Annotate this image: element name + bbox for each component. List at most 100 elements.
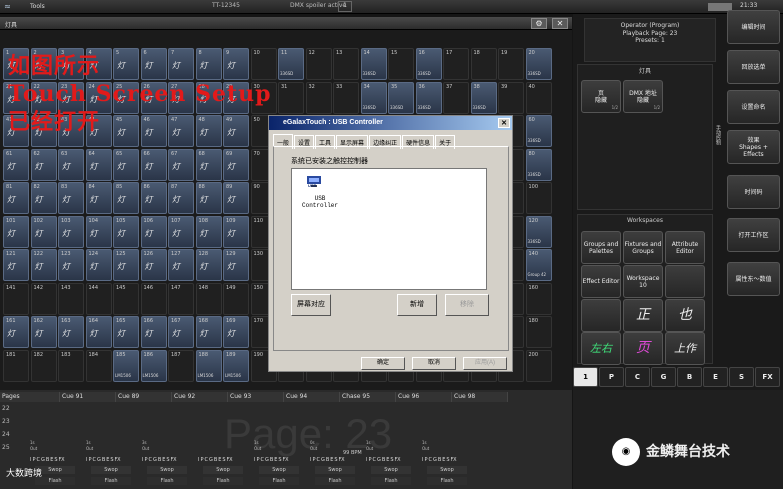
fixture-cell[interactable]: 42 灯 [30, 115, 57, 147]
fixture-cell[interactable]: 166 灯 [140, 316, 167, 348]
page-indicator[interactable]: 1 [338, 1, 352, 12]
dialog-close-button[interactable]: ✕ [498, 118, 510, 128]
fixture-cell[interactable]: 5灯 [113, 48, 139, 80]
fixture-cell[interactable]: 145 [113, 282, 139, 315]
key-b[interactable]: B [677, 367, 702, 387]
fixture-cell[interactable]: 169 灯 [223, 316, 249, 348]
fixture-cell[interactable]: 188 LM1506 [195, 349, 222, 382]
fixture-cell[interactable]: 19 [498, 48, 524, 80]
fixture-cell[interactable]: 64 灯 [85, 148, 112, 181]
fixture-cell[interactable]: 140 Group 42 [525, 249, 552, 281]
fixture-cell[interactable]: 104 灯 [85, 215, 112, 248]
fixture-cell[interactable]: 128 灯 [195, 249, 222, 281]
fixture-cell[interactable]: 182 [30, 349, 57, 382]
swop-button[interactable]: Swop [315, 466, 355, 474]
fixture-cell[interactable]: 27 灯 [168, 81, 194, 114]
playback-fader[interactable]: 0s Out I P C G B E S FX Swop Flash [310, 440, 362, 488]
fixture-cell[interactable]: 14 336SD [360, 48, 387, 80]
tools-menu[interactable]: Tools [30, 3, 45, 10]
fixture-cell[interactable]: 129 灯 [223, 249, 249, 281]
fixture-cell[interactable]: 43 灯 [58, 115, 84, 147]
gear-icon[interactable]: ⚙ [531, 18, 547, 29]
fixture-cell[interactable]: 144 [85, 282, 112, 315]
fixture-cell[interactable]: 185 LM1506 [113, 349, 139, 382]
controller-list[interactable]: USB USB Controller [291, 168, 487, 290]
fixture-cell[interactable]: 103 灯 [58, 215, 84, 248]
fixture-cell[interactable]: 122 灯 [30, 249, 57, 281]
flash-button[interactable]: Flash [203, 477, 243, 485]
page-hide-button[interactable]: 页 隐藏 1/2 [581, 80, 621, 113]
fixture-cell[interactable]: 124 灯 [85, 249, 112, 281]
handwriting-button-4[interactable]: 页 [623, 332, 663, 365]
fixture-cell[interactable]: 147 [168, 282, 194, 315]
fixture-cell[interactable]: 22 灯 [30, 81, 57, 114]
fixture-cell[interactable]: 6灯 [140, 48, 167, 80]
fixture-cell[interactable]: 143 [58, 282, 84, 315]
fixture-cell[interactable]: 29 灯 [223, 81, 249, 114]
side-button-attribute-value[interactable]: 属性东～数值 [727, 262, 780, 296]
flash-button[interactable]: Flash [371, 477, 411, 485]
side-button-timecode[interactable]: 时间码 [727, 175, 780, 209]
fixture-cell[interactable]: 81 灯 [3, 182, 29, 214]
playback-fader[interactable]: 1s Out I P C G B E S FX Swop Flash [86, 440, 138, 488]
fixture-cell[interactable]: 123 灯 [58, 249, 84, 281]
cue-tab[interactable]: Cue 92 [172, 392, 228, 402]
fixture-cell[interactable]: 7灯 [168, 48, 194, 80]
fixture-cell[interactable]: 47 灯 [168, 115, 194, 147]
fixture-cell[interactable]: 82 灯 [30, 182, 57, 214]
handwriting-button-1[interactable]: 正 [623, 299, 663, 332]
fixture-cell[interactable]: 141 [3, 282, 29, 315]
close-icon[interactable]: ✕ [552, 18, 568, 29]
fixture-cell[interactable]: 10 [250, 48, 277, 80]
key-g[interactable]: G [651, 367, 676, 387]
fixture-cell[interactable]: 3灯 [58, 48, 84, 80]
handwriting-button-5[interactable]: 上作 [665, 332, 705, 365]
fixture-cell[interactable]: 88 灯 [195, 182, 222, 214]
key-p[interactable]: P [599, 367, 624, 387]
fixture-cell[interactable]: 31 [278, 81, 304, 114]
key-c[interactable]: C [625, 367, 650, 387]
fixture-cell[interactable]: 148 [195, 282, 222, 315]
swop-button[interactable]: Swop [371, 466, 411, 474]
fixture-cell[interactable]: 25 灯 [113, 81, 139, 114]
ws-workspace-10[interactable]: Workspace 10 [623, 265, 663, 298]
fixture-cell[interactable]: 35 336SD [388, 81, 414, 114]
cue-tab[interactable]: Cue 96 [396, 392, 452, 402]
side-button-playback-menu[interactable]: 回放选单 [727, 50, 780, 84]
playback-fader[interactable]: 1s Out I P C G B E S FX Swop Flash [254, 440, 306, 488]
fixture-cell[interactable]: 121 灯 [3, 249, 29, 281]
fixture-cell[interactable]: 63 灯 [58, 148, 84, 181]
fixture-cell[interactable]: 34 336SD [360, 81, 387, 114]
flash-button[interactable]: Flash [259, 477, 299, 485]
fixture-cell[interactable]: 108 灯 [195, 215, 222, 248]
map-screen-button[interactable]: 屏幕对应 [291, 294, 331, 316]
fixture-cell[interactable]: 84 灯 [85, 182, 112, 214]
fixture-cell[interactable]: 60 336SD [525, 115, 552, 147]
fixture-cell[interactable]: 162 灯 [30, 316, 57, 348]
fixture-cell[interactable]: 18 [470, 48, 497, 80]
fixture-cell[interactable]: 126 灯 [140, 249, 167, 281]
fixture-cell[interactable]: 164 灯 [85, 316, 112, 348]
playback-fader[interactable]: 3s Out I P C G B E S FX Swop Flash [142, 440, 194, 488]
fixture-cell[interactable]: 1灯 [3, 48, 29, 80]
fixture-cell[interactable]: 36 336SD [415, 81, 442, 114]
fixture-cell[interactable]: 89 灯 [223, 182, 249, 214]
fixture-cell[interactable]: 39 [498, 81, 524, 114]
fixture-cell[interactable]: 48 灯 [195, 115, 222, 147]
fixture-cell[interactable]: 17 [443, 48, 469, 80]
fixture-cell[interactable]: 146 [140, 282, 167, 315]
fixture-cell[interactable]: 9灯 [223, 48, 249, 80]
ws-empty-2[interactable] [581, 299, 621, 332]
fixture-cell[interactable]: 44 灯 [85, 115, 112, 147]
cue-tab[interactable]: Chase 95 [340, 392, 396, 402]
fixture-cell[interactable]: 80 336SD [525, 148, 552, 181]
fixture-cell[interactable]: 12 [305, 48, 332, 80]
fixture-cell[interactable]: 68 灯 [195, 148, 222, 181]
fixture-cell[interactable]: 86 灯 [140, 182, 167, 214]
ok-button[interactable]: 确定 [361, 357, 405, 370]
fixture-cell[interactable]: 45 灯 [113, 115, 139, 147]
fixture-cell[interactable]: 187 [168, 349, 194, 382]
fixture-cell[interactable]: 180 [525, 316, 552, 348]
cancel-button[interactable]: 取消 [412, 357, 456, 370]
fixture-cell[interactable]: 49 灯 [223, 115, 249, 147]
